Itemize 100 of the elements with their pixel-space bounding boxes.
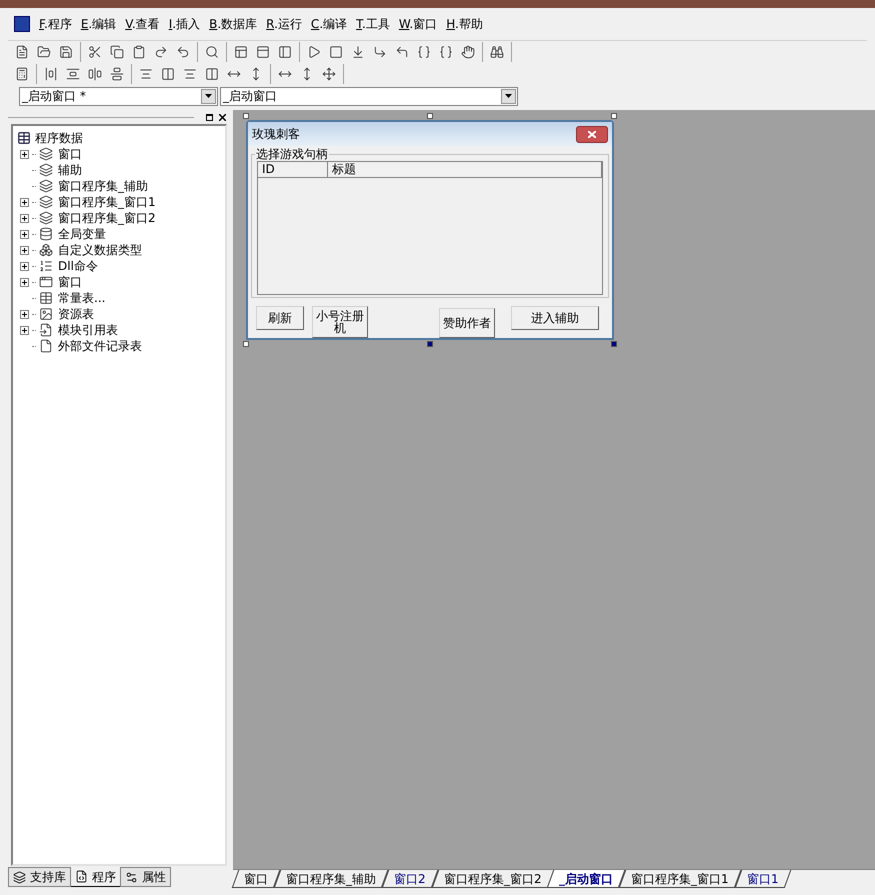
toolbar-icon	[44, 67, 58, 81]
toolbar-icon	[322, 67, 336, 81]
tree-item[interactable]: 模块引用表	[58, 321, 118, 339]
column-header[interactable]: 标题	[328, 162, 602, 177]
toolbar-icon	[88, 67, 102, 81]
resize-handle[interactable]	[611, 113, 617, 119]
document-tab[interactable]: 窗口程序集_窗口1	[619, 870, 742, 888]
close-icon	[219, 114, 226, 120]
expand-icon[interactable]	[20, 230, 29, 238]
tree-item[interactable]: 窗口	[58, 145, 82, 163]
close-icon	[588, 130, 596, 138]
toolbar-icon	[256, 45, 270, 59]
menu-item[interactable]: R.运行	[266, 15, 302, 33]
tree-item-icon	[39, 307, 53, 321]
tree-item[interactable]: 资源表	[58, 305, 94, 323]
toolbar-icon	[37, 45, 51, 59]
document-tab[interactable]: 窗口1	[734, 870, 791, 888]
tree-item[interactable]: 窗口	[58, 273, 82, 291]
resize-handle[interactable]	[243, 113, 249, 119]
app-logo-icon	[14, 16, 30, 32]
menu-item[interactable]: E.编辑	[80, 15, 116, 33]
toolbar-icon	[373, 45, 387, 59]
tree-item[interactable]: 窗口程序集_窗口2	[58, 209, 156, 227]
form-close-button[interactable]	[576, 126, 608, 142]
menu-item[interactable]: W.窗口	[398, 15, 438, 33]
expand-icon[interactable]	[20, 310, 29, 318]
dropdown-button[interactable]	[201, 88, 216, 104]
form-button[interactable]: 刷新	[256, 306, 304, 330]
tree-item-icon	[39, 339, 53, 353]
tree-item[interactable]: 全局变量	[58, 225, 106, 243]
toolbar-icon	[66, 67, 80, 81]
restore-button[interactable]	[204, 112, 215, 122]
tree-item[interactable]: 自定义数据类型	[58, 241, 142, 259]
tree-item[interactable]: Dll命令	[58, 257, 98, 275]
toolbar-icon	[15, 67, 29, 81]
form-button[interactable]: 赞助作者	[439, 308, 495, 338]
toolbar-icon	[59, 45, 73, 59]
toolbar-icon	[176, 45, 190, 59]
toolbar-icon	[154, 45, 168, 59]
group-label: 选择游戏句柄	[255, 147, 329, 161]
object-dropdown[interactable]: _启动窗口	[220, 86, 518, 106]
expand-icon[interactable]	[20, 278, 29, 286]
tree-item-icon	[39, 179, 53, 193]
expand-icon[interactable]	[20, 198, 29, 206]
tree-item[interactable]: 窗口程序集_辅助	[58, 177, 148, 195]
expand-icon[interactable]	[20, 262, 29, 270]
expand-icon[interactable]	[20, 246, 29, 254]
menu-item[interactable]: B.数据库	[209, 15, 258, 33]
document-tab[interactable]: _启动窗口	[547, 870, 626, 888]
document-tab[interactable]: 窗口2	[382, 870, 438, 888]
menu-item[interactable]: I.插入	[168, 15, 200, 33]
menu-item[interactable]: C.编译	[310, 15, 348, 33]
restore-icon	[206, 114, 213, 120]
document-tab[interactable]: 窗口程序集_辅助	[274, 870, 388, 888]
tree-item[interactable]: 常量表...	[58, 289, 106, 307]
menu-item[interactable]: V.查看	[125, 15, 160, 33]
tree-item[interactable]: 辅助	[58, 161, 82, 179]
resize-handle[interactable]	[243, 341, 249, 347]
tree-item-icon	[39, 147, 53, 161]
dropdown-button[interactable]	[501, 88, 516, 104]
dropdown-arrow-icon	[205, 94, 212, 98]
expand-icon[interactable]	[20, 326, 29, 334]
toolbar-icon	[461, 45, 475, 59]
toolbar-icon	[439, 45, 453, 59]
form-button[interactable]: 小号注册机	[312, 306, 368, 338]
tree-item-icon	[39, 211, 53, 225]
toolbar-icon	[205, 45, 219, 59]
panel-tab[interactable]: 属性	[120, 867, 171, 887]
tab-icon	[125, 870, 138, 884]
toolbar-icon	[307, 45, 321, 59]
expand-icon[interactable]	[20, 214, 29, 222]
column-header[interactable]: ID	[258, 162, 328, 177]
toolbar-icon	[278, 45, 292, 59]
resize-handle[interactable]	[611, 341, 617, 347]
expand-icon[interactable]	[20, 150, 29, 158]
toolbar-icon	[329, 45, 343, 59]
toolbar-icon	[132, 45, 146, 59]
toolbar-icon	[234, 45, 248, 59]
menu-item[interactable]: F.程序	[39, 15, 72, 33]
tree-item-icon	[39, 227, 53, 241]
resize-handle[interactable]	[427, 341, 433, 347]
tree-item-icon	[39, 323, 53, 337]
tree-item[interactable]: 窗口程序集_窗口1	[58, 193, 156, 211]
object-dropdown[interactable]: _启动窗口 *	[19, 86, 218, 106]
form-button[interactable]: 进入辅助	[511, 306, 599, 330]
document-tab[interactable]: 窗口程序集_窗口2	[431, 870, 554, 888]
document-tab[interactable]: 窗口	[232, 870, 280, 888]
tree-root[interactable]: 程序数据	[35, 129, 83, 147]
resize-handle[interactable]	[427, 113, 433, 119]
toolbar-icon	[490, 45, 504, 59]
close-button[interactable]	[217, 112, 228, 122]
toolbar-icon	[139, 67, 153, 81]
toolbar-icon	[110, 45, 124, 59]
program-icon	[17, 131, 31, 145]
tree-item-icon	[39, 163, 53, 177]
tree-item[interactable]: 外部文件记录表	[58, 337, 142, 355]
tree-item-icon	[39, 291, 53, 305]
panel-tab[interactable]: 支持库	[8, 867, 71, 887]
menu-item[interactable]: H.帮助	[446, 15, 483, 33]
menu-item[interactable]: T.工具	[356, 15, 390, 33]
